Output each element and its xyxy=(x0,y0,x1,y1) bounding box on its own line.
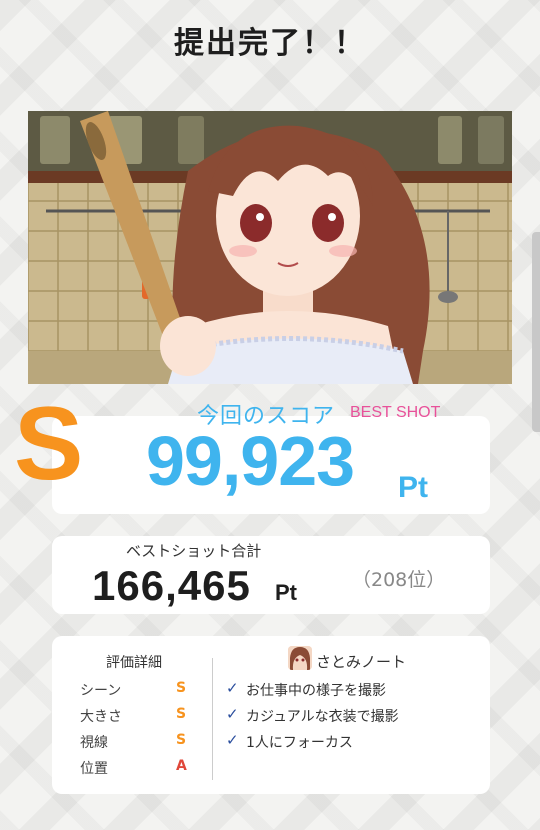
evaluation-grade: S xyxy=(176,706,187,722)
check-icon: ✓ xyxy=(226,731,239,749)
score-value: 99,923 xyxy=(146,422,355,500)
evaluation-label: シーン xyxy=(80,683,122,699)
note-title: さとみノート xyxy=(316,653,407,671)
best-total-value: 166,465 xyxy=(92,562,251,609)
evaluation-label: 位置 xyxy=(80,761,108,777)
divider xyxy=(212,658,213,780)
evaluation-label: 大きさ xyxy=(80,709,122,725)
scroll-handle[interactable] xyxy=(532,232,540,432)
check-icon: ✓ xyxy=(226,679,239,697)
captured-photo[interactable] xyxy=(28,111,512,384)
best-total-label: ベストショット合計 xyxy=(126,542,262,560)
note-item: カジュアルな衣装で撮影 xyxy=(246,709,399,725)
evaluation-heading: 評価詳細 xyxy=(106,655,162,671)
check-icon: ✓ xyxy=(226,705,239,723)
evaluation-grade: S xyxy=(176,732,187,748)
note-item: 1人にフォーカス xyxy=(246,735,353,751)
evaluation-label: 視線 xyxy=(80,735,108,751)
best-shot-badge: BEST SHOT xyxy=(350,404,441,421)
avatar xyxy=(288,646,312,670)
note-item: お仕事中の様子を撮影 xyxy=(246,683,386,699)
evaluation-grade: S xyxy=(176,680,187,696)
page-title: 提出完了！！ xyxy=(174,26,366,61)
score-unit: Pt xyxy=(398,471,428,504)
best-total-unit: Pt xyxy=(275,580,297,605)
evaluation-grade: A xyxy=(176,758,187,774)
rank-grade: S xyxy=(14,386,84,502)
best-total-rank: （208位） xyxy=(352,569,446,591)
